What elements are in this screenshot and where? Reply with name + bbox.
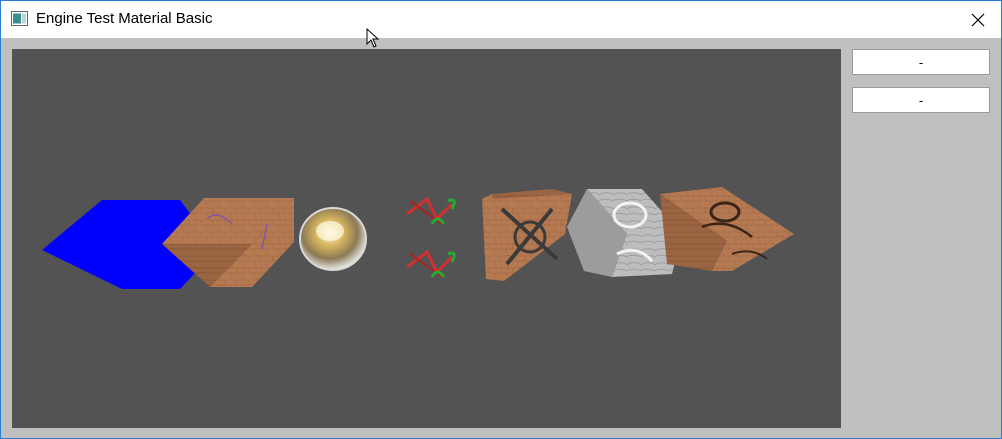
side-button-2[interactable]: - [852,87,990,113]
window-title: Engine Test Material Basic [36,10,213,27]
mouse-cursor-icon [366,28,380,48]
wood-rune-cube [660,187,794,271]
close-icon [971,13,985,26]
app-window-icon [11,11,28,26]
render-viewport[interactable] [12,49,841,428]
app-window: Engine Test Material Basic - - [0,0,1002,439]
scene-canvas [42,187,794,289]
graffiti-sprite-bottom [406,249,456,278]
side-button-1[interactable]: - [852,49,990,75]
close-button[interactable] [955,1,1001,38]
graffiti-sprite-top [406,196,456,225]
title-bar[interactable]: Engine Test Material Basic [1,1,1001,38]
painted-wood-cube [482,189,572,281]
chrome-sphere [299,207,367,271]
